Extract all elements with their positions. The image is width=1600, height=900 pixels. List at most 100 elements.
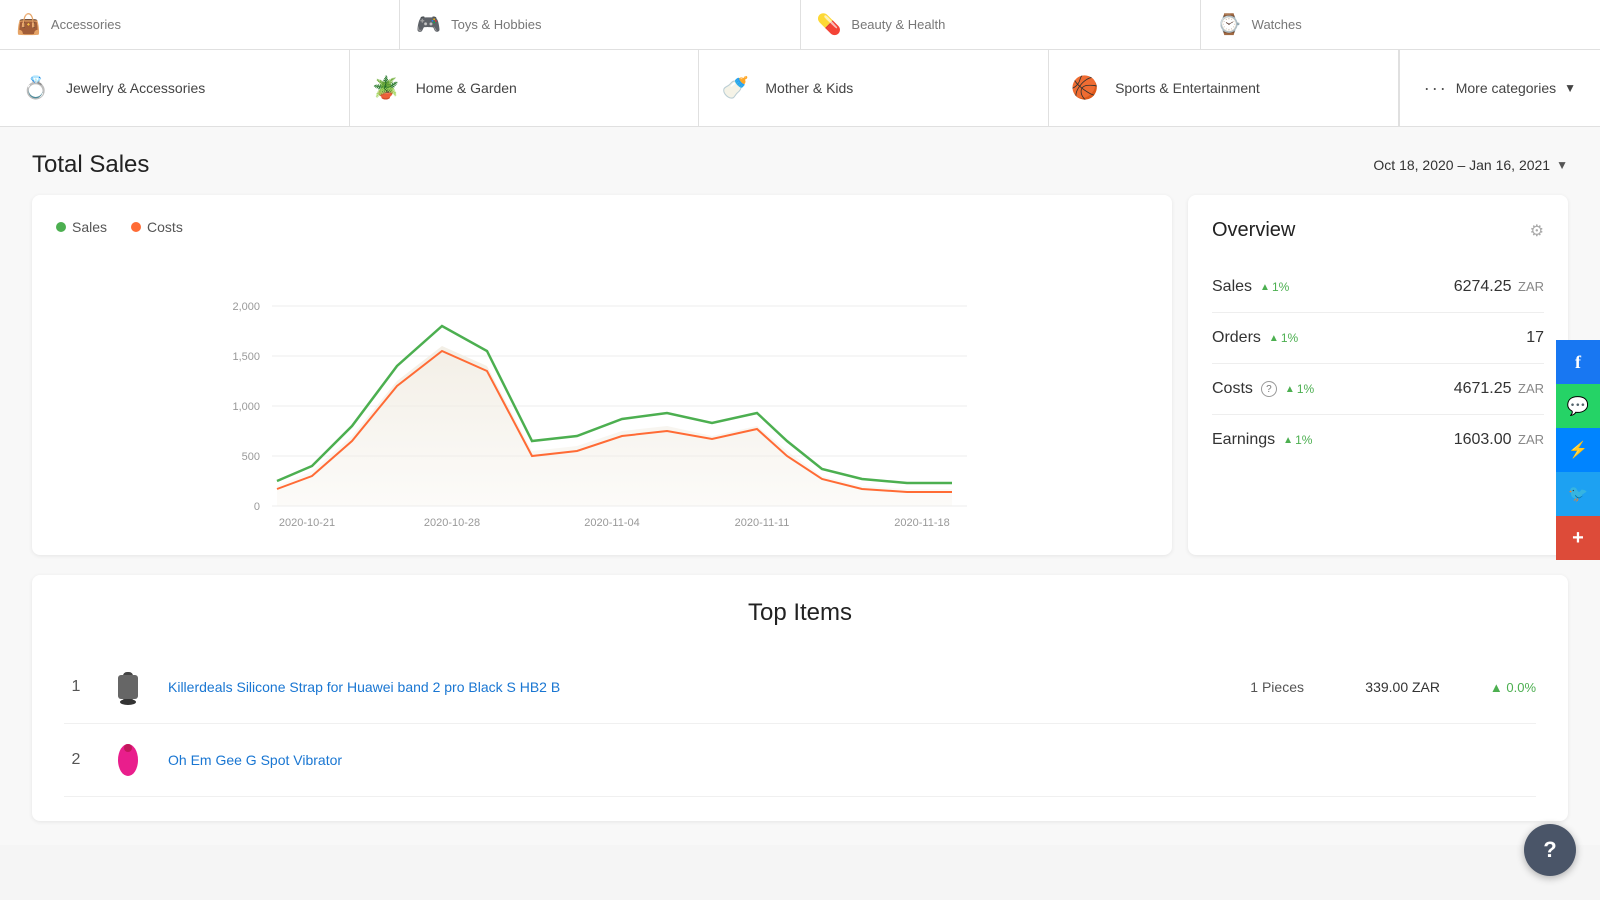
more-categories-button[interactable]: ··· More categories ▼ [1399,50,1600,126]
cat-home-garden-label: Home & Garden [416,79,517,97]
sales-header: Total Sales Oct 18, 2020 – Jan 16, 2021 … [32,151,1568,179]
legend-sales-label: Sales [72,219,107,235]
svg-text:1,500: 1,500 [232,351,260,363]
costs-dot-icon [131,222,141,232]
whatsapp-icon: 💬 [1567,396,1589,417]
costs-trend-value: 1% [1297,382,1314,396]
twitter-button[interactable]: 🐦 [1556,472,1600,516]
overview-card: Overview ⚙ Sales ▲ 1% 6274.25 ZAR [1188,195,1568,555]
legend-costs-label: Costs [147,219,183,235]
svg-text:2020-11-18: 2020-11-18 [894,517,949,529]
item-2-rank: 2 [64,751,88,769]
svg-text:2020-11-11: 2020-11-11 [735,517,790,529]
cat-sports-label: Sports & Entertainment [1115,79,1260,97]
costs-fill-area [277,346,952,506]
svg-text:2,000: 2,000 [232,301,260,313]
messenger-icon: ⚡ [1568,440,1588,460]
chart-svg: 0 500 1,000 1,500 2,000 2020-10-21 2020-… [56,251,1148,531]
facebook-button[interactable]: f [1556,340,1600,384]
overview-earnings-row: Earnings ▲ 1% 1603.00 ZAR [1212,415,1544,465]
cat-top-accessories[interactable]: 👜 Accessories [0,0,400,49]
total-sales-title: Total Sales [32,151,149,179]
overview-earnings-left: Earnings ▲ 1% [1212,431,1312,449]
sales-dot-icon [56,222,66,232]
cat-jewelry[interactable]: 💍 Jewelry & Accessories [0,50,350,126]
legend-sales: Sales [56,219,107,235]
cat-top-watches[interactable]: ⌚ Watches [1201,0,1600,49]
svg-text:1,000: 1,000 [232,401,260,413]
overview-header: Overview ⚙ [1212,219,1544,242]
cat-home-garden[interactable]: 🪴 Home & Garden [350,50,700,126]
main-content: Total Sales Oct 18, 2020 – Jan 16, 2021 … [0,127,1600,845]
cat-top-toys-label: Toys & Hobbies [451,17,541,32]
facebook-icon: f [1575,352,1581,373]
sales-trend-value: 1% [1272,280,1289,294]
overview-earnings-label: Earnings [1212,431,1275,449]
overview-sales-label: Sales [1212,278,1252,296]
svg-text:2020-10-21: 2020-10-21 [279,517,335,529]
cat-mother-kids-label: Mother & Kids [765,79,853,97]
more-dots-icon: ··· [1424,78,1448,99]
overview-costs-label: Costs [1212,380,1253,398]
item-1-rank: 1 [64,678,88,696]
orders-trend-arrow-icon: ▲ [1269,333,1279,344]
cat-mother-kids[interactable]: 🍼 Mother & Kids [699,50,1049,126]
date-range-selector[interactable]: Oct 18, 2020 – Jan 16, 2021 ▼ [1373,157,1568,173]
home-garden-icon: 🪴 [366,68,406,108]
chart-overview-row: Sales Costs [32,195,1568,555]
svg-text:2020-10-28: 2020-10-28 [424,517,480,529]
overview-sales-left: Sales ▲ 1% [1212,278,1289,296]
svg-text:2020-11-04: 2020-11-04 [584,517,639,529]
cat-jewelry-label: Jewelry & Accessories [66,79,205,97]
plus-button[interactable]: + [1556,516,1600,560]
messenger-button[interactable]: ⚡ [1556,428,1600,472]
svg-text:500: 500 [242,451,260,463]
cat-top-toys[interactable]: 🎮 Toys & Hobbies [400,0,800,49]
orders-trend-value: 1% [1281,331,1298,345]
help-icon: ? [1543,837,1556,863]
item-1-image [104,663,152,711]
overview-sales-row: Sales ▲ 1% 6274.25 ZAR [1212,262,1544,313]
costs-trend-arrow-icon: ▲ [1285,384,1295,395]
gear-icon[interactable]: ⚙ [1530,221,1544,241]
overview-earnings-value: 1603.00 ZAR [1454,431,1544,449]
svg-text:0: 0 [254,501,260,513]
jewelry-icon: 💍 [16,68,56,108]
top-items-card: Top Items 1 Killerdeals Silicone Strap f… [32,575,1568,821]
accessories-icon: 👜 [16,12,41,37]
overview-sales-trend: ▲ 1% [1260,280,1289,294]
overview-sales-value: 6274.25 ZAR [1454,278,1544,296]
cat-top-beauty[interactable]: 💊 Beauty & Health [801,0,1201,49]
chart-area: 0 500 1,000 1,500 2,000 2020-10-21 2020-… [56,251,1148,531]
help-button[interactable]: ? [1524,824,1576,876]
plus-icon: + [1572,527,1584,550]
item-2-name[interactable]: Oh Em Gee G Spot Vibrator [168,752,1536,768]
top-items-title: Top Items [64,599,1536,627]
more-categories-chevron-icon: ▼ [1564,81,1576,95]
overview-costs-row: Costs ? ▲ 1% 4671.25 ZAR [1212,364,1544,415]
sales-trend-arrow-icon: ▲ [1260,282,1270,293]
toys-icon: 🎮 [416,12,441,37]
overview-orders-trend: ▲ 1% [1269,331,1298,345]
date-range-label: Oct 18, 2020 – Jan 16, 2021 [1373,157,1550,173]
overview-earnings-trend: ▲ 1% [1283,433,1312,447]
cat-sports[interactable]: 🏀 Sports & Entertainment [1049,50,1399,126]
whatsapp-button[interactable]: 💬 [1556,384,1600,428]
cat-top-beauty-label: Beauty & Health [851,17,945,32]
item-1-trend: ▲ 0.0% [1456,680,1536,695]
twitter-icon: 🐦 [1568,484,1588,504]
overview-orders-left: Orders ▲ 1% [1212,329,1298,347]
item-1-name[interactable]: Killerdeals Silicone Strap for Huawei ba… [168,679,1208,695]
overview-costs-value: 4671.25 ZAR [1454,380,1544,398]
sports-icon: 🏀 [1065,68,1105,108]
cat-top-accessories-label: Accessories [51,17,121,32]
cat-top-watches-label: Watches [1252,17,1302,32]
item-1-pieces: 1 Pieces [1224,679,1304,695]
overview-costs-left: Costs ? ▲ 1% [1212,380,1314,398]
item-1-price: 339.00 ZAR [1320,679,1440,695]
top-category-bar: 👜 Accessories 🎮 Toys & Hobbies 💊 Beauty … [0,0,1600,50]
earnings-trend-arrow-icon: ▲ [1283,435,1293,446]
top-item-2: 2 Oh Em Gee G Spot Vibrator [64,724,1536,797]
overview-orders-label: Orders [1212,329,1261,347]
costs-question-icon[interactable]: ? [1261,381,1277,397]
